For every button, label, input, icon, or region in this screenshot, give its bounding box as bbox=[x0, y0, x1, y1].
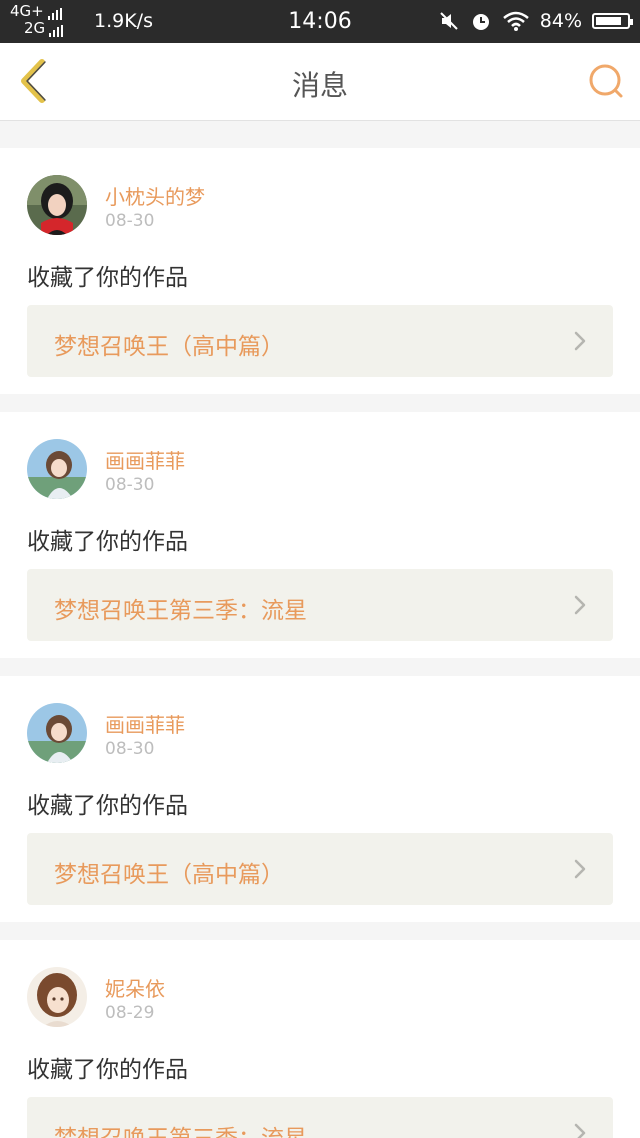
user-name[interactable]: 妮朵依 bbox=[105, 973, 165, 1002]
message-date: 08-30 bbox=[105, 739, 155, 759]
app-header: 消息 bbox=[0, 43, 640, 121]
chevron-right-icon bbox=[574, 859, 586, 879]
work-title: 梦想召唤王第三季：流星 bbox=[54, 598, 307, 624]
message-date: 08-29 bbox=[105, 1003, 155, 1023]
message-list: 小枕头的梦 08-30 收藏了你的作品 梦想召唤王（高中篇） 画画菲菲 08-3… bbox=[0, 121, 640, 1138]
message-card: 小枕头的梦 08-30 收藏了你的作品 梦想召唤王（高中篇） bbox=[0, 148, 640, 394]
status-bar: 4G+ 2G 1.9K/s 14:06 84% bbox=[0, 0, 640, 43]
battery-percent: 84% bbox=[539, 10, 582, 32]
alarm-icon bbox=[472, 14, 489, 30]
battery-icon bbox=[592, 13, 633, 29]
user-name[interactable]: 画画菲菲 bbox=[105, 709, 185, 738]
avatar[interactable] bbox=[27, 175, 87, 235]
work-title: 梦想召唤王（高中篇） bbox=[54, 862, 284, 888]
mute-icon bbox=[440, 12, 458, 30]
message-date: 08-30 bbox=[105, 211, 155, 231]
avatar[interactable] bbox=[27, 967, 87, 1027]
work-title: 梦想召唤王第三季：流星 bbox=[54, 1119, 307, 1138]
message-card: 画画菲菲 08-30 收藏了你的作品 梦想召唤王（高中篇） bbox=[0, 676, 640, 922]
battery-level bbox=[596, 17, 622, 25]
avatar[interactable] bbox=[27, 439, 87, 499]
message-action: 收藏了你的作品 bbox=[27, 265, 188, 291]
user-name[interactable]: 小枕头的梦 bbox=[105, 181, 205, 210]
work-link[interactable]: 梦想召唤王（高中篇） bbox=[27, 833, 613, 905]
chevron-right-icon bbox=[574, 595, 586, 615]
work-link[interactable]: 梦想召唤王第三季：流星 bbox=[27, 1097, 613, 1138]
wifi-icon bbox=[502, 11, 529, 31]
user-name[interactable]: 画画菲菲 bbox=[105, 445, 185, 474]
chevron-right-icon bbox=[574, 331, 586, 351]
page-title: 消息 bbox=[291, 69, 348, 102]
message-action: 收藏了你的作品 bbox=[27, 793, 188, 819]
message-card: 妮朵依 08-29 收藏了你的作品 梦想召唤王第三季：流星 bbox=[0, 940, 640, 1138]
work-link[interactable]: 梦想召唤王第三季：流星 bbox=[27, 569, 613, 641]
chevron-right-icon bbox=[574, 1123, 586, 1138]
message-card: 画画菲菲 08-30 收藏了你的作品 梦想召唤王第三季：流星 bbox=[0, 412, 640, 658]
work-link[interactable]: 梦想召唤王（高中篇） bbox=[27, 305, 613, 377]
message-date: 08-30 bbox=[105, 475, 155, 495]
work-title: 梦想召唤王（高中篇） bbox=[54, 334, 284, 360]
message-action: 收藏了你的作品 bbox=[27, 1057, 188, 1083]
search-icon[interactable] bbox=[586, 61, 626, 101]
avatar[interactable] bbox=[27, 703, 87, 763]
message-action: 收藏了你的作品 bbox=[27, 529, 188, 555]
